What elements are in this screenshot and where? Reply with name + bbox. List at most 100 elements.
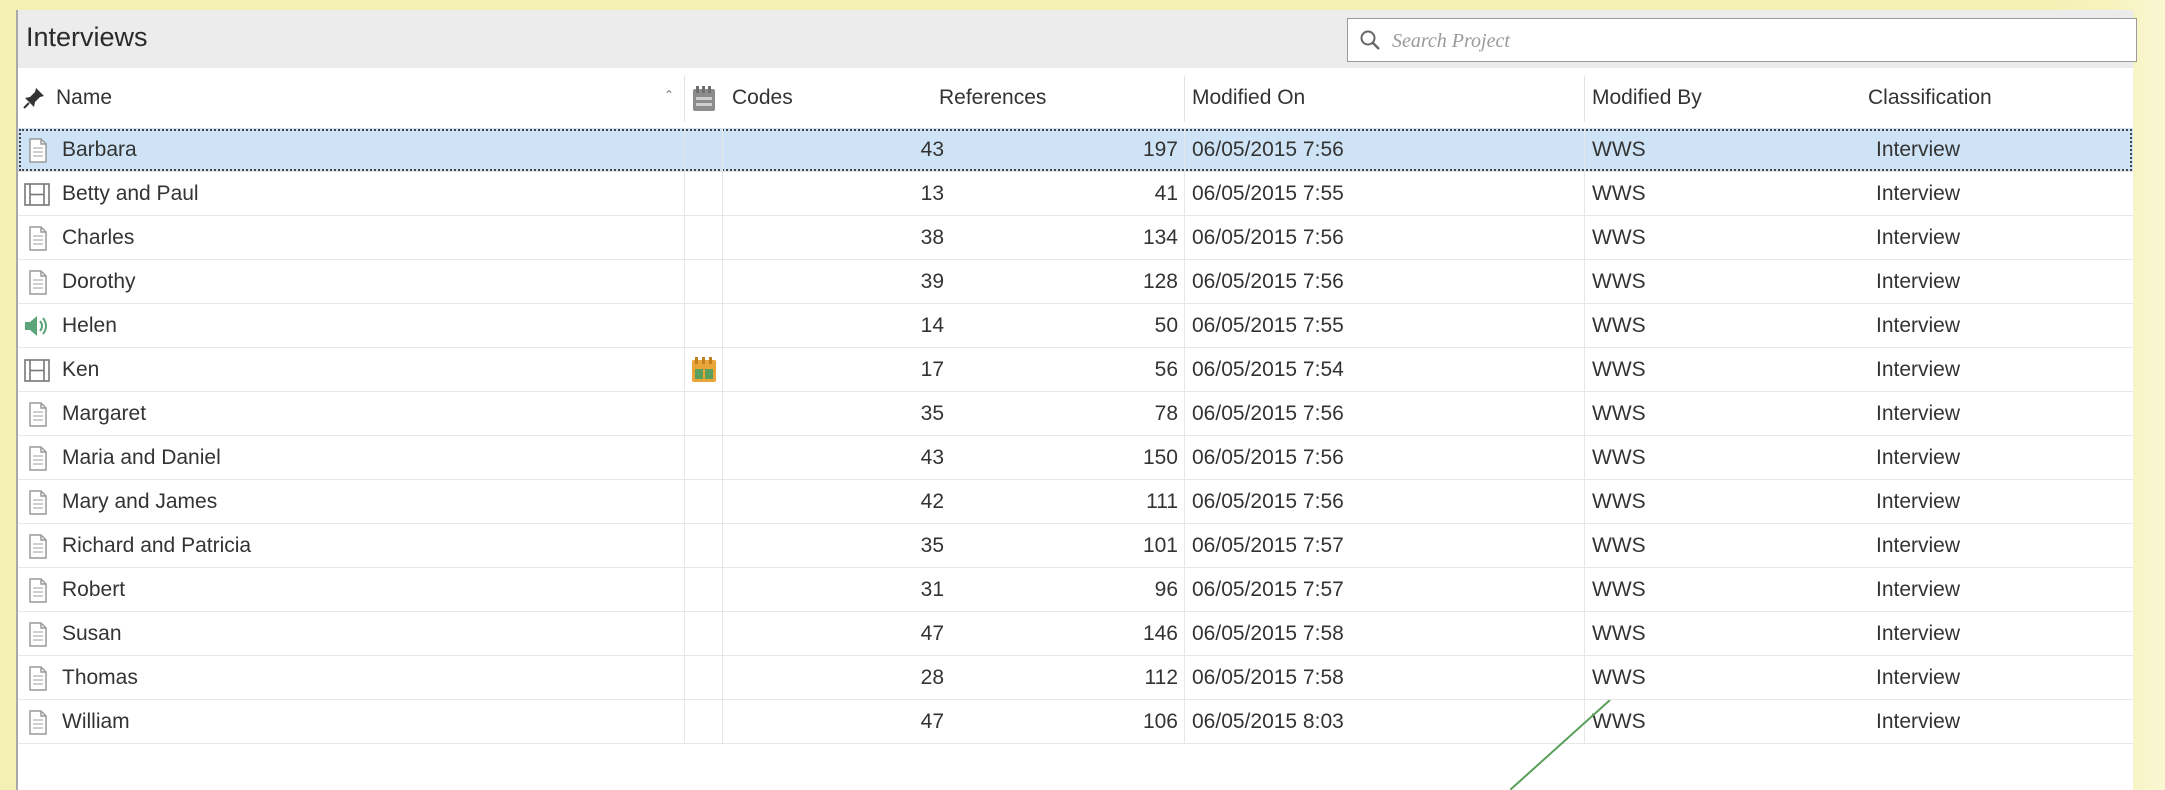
- panel-title: Interviews: [26, 22, 148, 52]
- row-modified-on: 06/05/2015 7:56: [1192, 490, 1344, 513]
- coded-column-icon[interactable]: [690, 84, 718, 114]
- row-modified-by: WWS: [1592, 534, 1646, 557]
- search-input[interactable]: [1390, 25, 2094, 57]
- row-classification: Interview: [1876, 490, 1961, 513]
- row-codes: 13: [920, 182, 944, 205]
- search-icon[interactable]: [1358, 28, 1382, 52]
- pin-icon[interactable]: [22, 86, 46, 110]
- row-references: 50: [1154, 314, 1178, 337]
- table-row[interactable]: Ken 17 56 06/05/2015 7:54 WWS Interview: [18, 348, 2133, 392]
- column-divider[interactable]: [684, 76, 685, 122]
- column-header-name[interactable]: Name: [56, 68, 112, 128]
- column-header-references[interactable]: References: [939, 68, 1046, 128]
- column-divider: [684, 700, 685, 744]
- row-name: Thomas: [62, 666, 138, 689]
- row-codes: 39: [920, 270, 944, 293]
- column-divider: [1584, 392, 1585, 436]
- row-classification: Interview: [1876, 622, 1961, 645]
- document-icon: [22, 664, 52, 692]
- row-modified-on: 06/05/2015 7:56: [1192, 446, 1344, 469]
- video-icon: [22, 356, 52, 384]
- column-divider: [1184, 304, 1185, 348]
- row-modified-on: 06/05/2015 7:58: [1192, 622, 1344, 645]
- table-row[interactable]: Betty and Paul 13 41 06/05/2015 7:55 WWS Inte…: [18, 172, 2133, 216]
- row-classification: Interview: [1876, 226, 1961, 249]
- row-name: William: [62, 710, 130, 733]
- column-divider: [1584, 304, 1585, 348]
- row-references: 101: [1142, 534, 1178, 557]
- column-divider: [1584, 260, 1585, 304]
- row-codes: 47: [920, 622, 944, 645]
- column-divider: [1184, 392, 1185, 436]
- document-icon: [22, 444, 52, 472]
- column-divider: [1184, 700, 1185, 744]
- table-empty-area[interactable]: [18, 744, 2133, 790]
- table-row[interactable]: William 47 106 06/05/2015 8:03 WWS Interview: [18, 700, 2133, 744]
- row-modified-by: WWS: [1592, 182, 1646, 205]
- column-divider: [1584, 436, 1585, 480]
- row-references: 134: [1142, 226, 1178, 249]
- column-header-codes[interactable]: Codes: [732, 68, 793, 128]
- row-references: 106: [1142, 710, 1178, 733]
- table-row[interactable]: Barbara 43 197 06/05/2015 7:56 WWS Interview: [18, 128, 2133, 172]
- column-divider: [722, 436, 723, 480]
- row-modified-on: 06/05/2015 8:03: [1192, 710, 1344, 733]
- column-divider: [722, 348, 723, 392]
- row-modified-on: 06/05/2015 7:56: [1192, 270, 1344, 293]
- column-header-modified-on[interactable]: Modified On: [1192, 68, 1305, 128]
- table-row[interactable]: Thomas 28 112 06/05/2015 7:58 WWS Interview: [18, 656, 2133, 700]
- row-modified-on: 06/05/2015 7:56: [1192, 402, 1344, 425]
- column-divider: [684, 392, 685, 436]
- column-divider: [684, 612, 685, 656]
- table-row[interactable]: Helen 14 50 06/05/2015 7:55 WWS Interview: [18, 304, 2133, 348]
- table-row[interactable]: Robert 31 96 06/05/2015 7:57 WWS Interview: [18, 568, 2133, 612]
- row-codes: 31: [920, 578, 944, 601]
- row-references: 146: [1142, 622, 1178, 645]
- row-modified-by: WWS: [1592, 666, 1646, 689]
- column-header-classification[interactable]: Classification: [1868, 68, 1992, 128]
- sort-ascending-icon[interactable]: ⌃: [664, 88, 674, 102]
- interviews-panel: Interviews Name ⌃ Codes References Mod: [16, 10, 2137, 790]
- column-divider[interactable]: [1584, 76, 1585, 122]
- document-icon: [22, 400, 52, 428]
- row-name: Susan: [62, 622, 122, 645]
- row-classification: Interview: [1876, 446, 1961, 469]
- table-row[interactable]: Susan 47 146 06/05/2015 7:58 WWS Interview: [18, 612, 2133, 656]
- column-header: Name ⌃ Codes References Modified On Modi…: [18, 68, 2133, 129]
- column-divider: [684, 480, 685, 524]
- row-classification: Interview: [1876, 534, 1961, 557]
- table-row[interactable]: Maria and Daniel 43 150 06/05/2015 7:56 WWS I…: [18, 436, 2133, 480]
- row-references: 128: [1142, 270, 1178, 293]
- table-row[interactable]: Mary and James 42 111 06/05/2015 7:56 WWS Int…: [18, 480, 2133, 524]
- table-row[interactable]: Dorothy 39 128 06/05/2015 7:56 WWS Interview: [18, 260, 2133, 304]
- column-divider: [1584, 568, 1585, 612]
- document-icon: [22, 136, 52, 164]
- row-classification: Interview: [1876, 270, 1961, 293]
- row-name: Margaret: [62, 402, 147, 425]
- table-row[interactable]: Margaret 35 78 06/05/2015 7:56 WWS Interview: [18, 392, 2133, 436]
- row-name: Ken: [62, 358, 100, 381]
- column-divider: [722, 656, 723, 700]
- row-classification: Interview: [1876, 578, 1961, 601]
- row-classification: Interview: [1876, 314, 1961, 337]
- row-references: 78: [1154, 402, 1178, 425]
- table-row[interactable]: Charles 38 134 06/05/2015 7:56 WWS Interview: [18, 216, 2133, 260]
- row-references: 197: [1142, 138, 1178, 161]
- coded-flag-icon: [690, 355, 718, 385]
- row-codes: 43: [920, 446, 944, 469]
- search-box[interactable]: [1347, 18, 2137, 62]
- column-divider: [684, 128, 685, 172]
- column-divider: [1584, 480, 1585, 524]
- row-modified-by: WWS: [1592, 358, 1646, 381]
- table-row[interactable]: Richard and Patricia 35 101 06/05/2015 7:57…: [18, 524, 2133, 568]
- column-divider: [1584, 656, 1585, 700]
- column-divider: [722, 700, 723, 744]
- column-divider: [1584, 128, 1585, 172]
- column-divider: [1584, 524, 1585, 568]
- row-codes: 35: [920, 534, 944, 557]
- column-divider[interactable]: [1184, 76, 1185, 122]
- row-name: Dorothy: [62, 270, 136, 293]
- column-divider: [1184, 480, 1185, 524]
- row-codes: 43: [920, 138, 944, 161]
- column-header-modified-by[interactable]: Modified By: [1592, 68, 1702, 128]
